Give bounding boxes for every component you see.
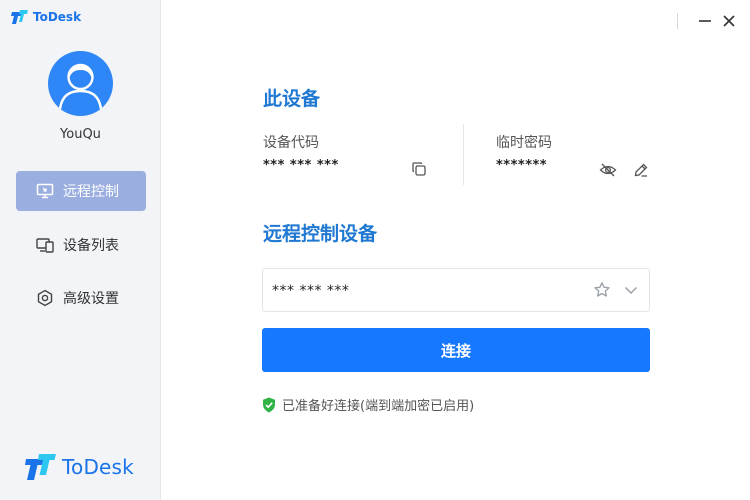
- devices-icon: [36, 236, 54, 254]
- todesk-window: ToDesk YouQu 远程控制 设备列表 高级设置 ToDesk 此设备 设…: [0, 0, 750, 500]
- window-controls: [677, 12, 738, 30]
- brand-name: ToDesk: [62, 455, 134, 479]
- device-code-value: *** *** ***: [263, 158, 339, 173]
- remote-control-title: 远程控制设备: [263, 223, 378, 245]
- gear-icon: [36, 289, 54, 307]
- field-divider: [463, 124, 464, 185]
- device-code-label: 设备代码: [263, 135, 319, 151]
- remote-device-field: [262, 268, 650, 312]
- minimize-button[interactable]: [696, 12, 714, 30]
- sidebar-item-label: 远程控制: [63, 184, 119, 200]
- eye-off-icon: [599, 163, 617, 177]
- todesk-logo-icon: [25, 454, 56, 480]
- user-avatar-icon: [58, 63, 103, 110]
- sidebar-item-advanced-settings[interactable]: 高级设置: [16, 278, 146, 318]
- connection-status: 已准备好连接(端到端加密已启用): [262, 395, 474, 414]
- monitor-icon: [36, 182, 54, 200]
- brand-name: ToDesk: [33, 10, 82, 24]
- pencil-icon: [634, 163, 648, 177]
- temp-password-label: 临时密码: [496, 135, 552, 151]
- remote-device-code-input[interactable]: [272, 281, 572, 301]
- sidebar: ToDesk YouQu 远程控制 设备列表 高级设置 ToDesk: [0, 0, 161, 500]
- star-icon: [594, 282, 610, 297]
- todesk-logo-icon: [11, 10, 28, 24]
- sidebar-item-remote-control[interactable]: 远程控制: [16, 171, 146, 211]
- minimize-icon: [699, 20, 711, 22]
- close-icon: [723, 15, 735, 27]
- toggle-password-visibility-button[interactable]: [599, 161, 617, 179]
- connect-button[interactable]: 连接: [262, 328, 650, 372]
- history-dropdown-button[interactable]: [622, 281, 640, 299]
- brand-header: ToDesk: [11, 9, 81, 25]
- temp-password-value: *******: [496, 158, 548, 173]
- favorite-button[interactable]: [593, 281, 611, 299]
- username: YouQu: [60, 127, 101, 142]
- sidebar-item-label: 设备列表: [63, 238, 119, 254]
- chevron-down-icon: [624, 286, 638, 295]
- this-device-title: 此设备: [263, 88, 321, 110]
- avatar[interactable]: [48, 51, 113, 116]
- brand-footer: ToDesk: [25, 453, 134, 481]
- copy-icon: [412, 162, 426, 176]
- sidebar-item-device-list[interactable]: 设备列表: [16, 225, 146, 265]
- edit-password-button[interactable]: [632, 161, 650, 179]
- close-button[interactable]: [720, 12, 738, 30]
- status-text: 已准备好连接(端到端加密已启用): [282, 399, 475, 414]
- window-controls-divider: [677, 13, 678, 29]
- copy-code-button[interactable]: [410, 160, 428, 178]
- shield-check-icon: [263, 397, 275, 412]
- sidebar-item-label: 高级设置: [63, 291, 119, 307]
